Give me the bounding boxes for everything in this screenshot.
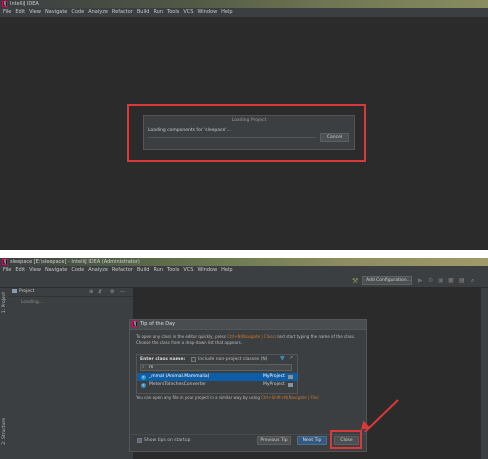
menu-refactor[interactable]: Refactor xyxy=(110,266,135,275)
show-tips-label: Show tips on startup xyxy=(144,438,191,443)
top-window-title: IntelliJ IDEA xyxy=(10,1,39,7)
menu-vcs[interactable]: VCS xyxy=(181,8,195,17)
coverage-icon[interactable]: ▣ xyxy=(438,277,444,284)
folder-icon xyxy=(288,374,293,379)
run-icon[interactable]: ▶ xyxy=(418,277,423,284)
project-tool-tab[interactable]: 1: Project xyxy=(2,292,7,313)
folder-icon xyxy=(12,289,17,293)
menu-code[interactable]: Code xyxy=(69,8,86,17)
filter-icon[interactable]: ▼ xyxy=(280,355,285,362)
tip-text-1-start: To open any class in the editor quickly,… xyxy=(136,334,228,339)
class-result-row[interactable]: c MetersToInchesConverter MyProject xyxy=(137,381,297,389)
menu-tools[interactable]: Tools xyxy=(165,8,181,17)
menu-code[interactable]: Code xyxy=(69,266,86,275)
include-nonproject-checkbox[interactable] xyxy=(191,357,196,362)
menu-analyze[interactable]: Analyze xyxy=(86,266,110,275)
menu-run[interactable]: Run xyxy=(151,8,165,17)
project-panel: Project ⊕ ⇵ ⚙ — Loading... xyxy=(9,288,134,459)
menu-refactor[interactable]: Refactor xyxy=(110,8,135,17)
bottom-window-title: sleepace [E:\sleepace] - IntelliJ IDEA (… xyxy=(10,259,140,265)
add-configuration-button[interactable]: Add Configuration... xyxy=(362,276,412,285)
tip-dialog-titlebar: IJ Tip of the Day xyxy=(130,320,366,330)
menu-run[interactable]: Run xyxy=(151,266,165,275)
intellij-app-icon: IJ xyxy=(132,321,138,327)
class-icon: c xyxy=(141,374,146,380)
bottom-title-bar: IJ sleepace [E:\sleepace] - IntelliJ IDE… xyxy=(0,258,488,266)
search-icon: ⌕ xyxy=(142,365,145,370)
top-title-bar: IJ IntelliJ IDEA xyxy=(0,0,488,8)
menu-navigate[interactable]: Navigate xyxy=(43,8,69,17)
menu-edit[interactable]: Edit xyxy=(13,8,27,17)
goto-class-popup: Enter class name: Include non-project cl… xyxy=(136,354,298,394)
intellij-app-icon: IJ xyxy=(2,1,8,7)
menu-build[interactable]: Build xyxy=(135,8,152,17)
structure-tool-tab[interactable]: 2: Structure xyxy=(2,418,7,445)
menu-vcs[interactable]: VCS xyxy=(181,266,195,275)
class-result-name: MetersToInchesConverter xyxy=(149,382,207,387)
tip-dialog-title: Tip of the Day xyxy=(140,321,176,327)
menu-tools[interactable]: Tools xyxy=(165,266,181,275)
project-view-dropdown[interactable]: Project xyxy=(19,288,34,296)
include-nonproject-label: Include non-project classes (N) xyxy=(198,357,268,362)
folder-icon xyxy=(288,382,293,387)
menu-help[interactable]: Help xyxy=(219,8,234,17)
right-tool-stripe xyxy=(481,288,488,459)
tip-text-2: You can open any file in your project in… xyxy=(136,395,360,401)
main-toolbar: ⚒ Add Configuration... ▶ ⚙ ▣ ■ ▤ ⌕ xyxy=(0,275,488,288)
tip-shortcut-file: Ctrl+Shift+N(Navigate | File) xyxy=(261,395,319,400)
hide-panel-icon[interactable]: — xyxy=(120,288,125,296)
sync-icon[interactable]: ⊕ xyxy=(89,288,93,296)
project-loading-text: Loading... xyxy=(21,300,44,305)
class-result-name: _mmal (Animal.Mammalia) xyxy=(149,374,210,379)
class-result-row[interactable]: c _mmal (Animal.Mammalia) MyProject xyxy=(137,373,297,381)
search-everywhere-icon[interactable]: ⌕ xyxy=(471,277,474,285)
project-structure-icon[interactable]: ▤ xyxy=(459,277,465,284)
bottom-screenshot: IJ sleepace [E:\sleepace] - IntelliJ IDE… xyxy=(0,258,488,459)
menu-file[interactable]: File xyxy=(0,8,13,17)
pin-icon[interactable]: ↗ xyxy=(289,355,293,361)
intellij-app-icon: IJ xyxy=(2,259,8,265)
menu-window[interactable]: Window xyxy=(195,266,219,275)
show-tips-checkbox[interactable] xyxy=(137,438,142,443)
menu-view[interactable]: View xyxy=(27,8,43,17)
class-icon: c xyxy=(141,382,146,388)
gear-icon[interactable]: ⚙ xyxy=(110,288,114,296)
menu-file[interactable]: File xyxy=(0,266,13,275)
top-screenshot: IJ IntelliJ IDEA File Edit View Navigate Cod… xyxy=(0,0,488,250)
menu-help[interactable]: Help xyxy=(219,266,234,275)
previous-tip-button[interactable]: Previous Tip xyxy=(257,436,291,445)
menu-view[interactable]: View xyxy=(27,266,43,275)
left-tool-stripe: 1: Project 2: Structure xyxy=(0,288,9,459)
project-panel-header: Project ⊕ ⇵ ⚙ — xyxy=(9,288,133,297)
page: { "top": { "title": "IntelliJ IDEA", "me… xyxy=(0,0,488,459)
menu-analyze[interactable]: Analyze xyxy=(86,8,110,17)
menu-build[interactable]: Build xyxy=(135,266,152,275)
tip-text-1: To open any class in the editor quickly,… xyxy=(136,334,360,346)
collapse-icon[interactable]: ⇵ xyxy=(98,288,102,296)
top-menu-bar: File Edit View Navigate Code Analyze Refactor B… xyxy=(0,8,488,18)
loading-highlight-box xyxy=(127,104,366,162)
class-result-location: MyProject xyxy=(263,382,285,387)
menu-window[interactable]: Window xyxy=(195,8,219,17)
class-search-input[interactable]: ⌕ m xyxy=(140,364,292,371)
enter-class-label: Enter class name: xyxy=(140,357,186,362)
stop-icon[interactable]: ■ xyxy=(448,277,454,284)
hammer-icon[interactable]: ⚒ xyxy=(352,277,358,285)
debug-icon[interactable]: ⚙ xyxy=(428,277,433,284)
menu-edit[interactable]: Edit xyxy=(13,266,27,275)
menu-navigate[interactable]: Navigate xyxy=(43,266,69,275)
tip-text-2-start: You can open any file in your project in… xyxy=(136,395,262,400)
next-tip-button[interactable]: Next Tip xyxy=(297,436,327,445)
class-result-location: MyProject xyxy=(263,374,285,379)
class-search-value: m xyxy=(149,365,154,370)
close-highlight-box xyxy=(330,430,362,449)
tip-shortcut-class: Ctrl+N(Navigate | Class) xyxy=(227,334,277,339)
